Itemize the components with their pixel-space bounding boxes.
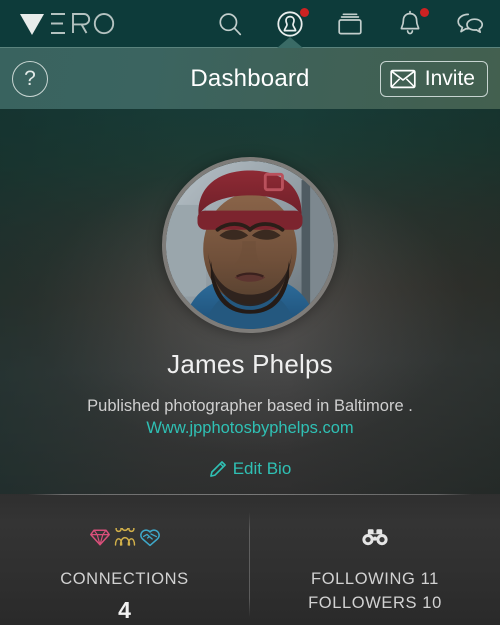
help-button[interactable]: ? (12, 60, 48, 97)
nav-item-collections[interactable] (320, 0, 380, 47)
help-icon: ? (24, 67, 36, 90)
avatar[interactable] (162, 157, 338, 333)
edit-bio-label: Edit Bio (232, 459, 292, 478)
nav-item-notifications[interactable] (380, 0, 440, 47)
vero-logo[interactable] (18, 9, 116, 39)
dashboard-subheader: ? Dashboard Invite (0, 47, 500, 109)
profile-url-link[interactable]: Www.jpphotosbyphelps.com (0, 419, 500, 438)
connection-type-icons (89, 526, 161, 548)
profile-hero-section: James Phelps Published photographer base… (0, 109, 500, 494)
pencil-icon (209, 461, 226, 477)
invite-label: Invite (424, 67, 475, 90)
binoculars-icon (362, 529, 388, 546)
collections-icon (338, 12, 362, 34)
notifications-badge (420, 8, 429, 17)
diamond-icon (89, 528, 110, 546)
vero-dashboard-screen: ? Dashboard Invite James Phelps Publishe… (0, 0, 500, 625)
following-count-label: FOLLOWING 11 (311, 570, 439, 588)
following-stat[interactable]: FOLLOWING 11 FOLLOWERS 10 (250, 494, 500, 625)
chat-bubbles-icon (457, 13, 484, 33)
connections-label: CONNECTIONS (60, 570, 189, 588)
stats-section: CONNECTIONS 4 FOLLOWING 11 FOLLOWERS 10 (0, 494, 500, 625)
profile-name: James Phelps (167, 349, 333, 379)
followers-count-label: FOLLOWERS 10 (308, 594, 442, 612)
nav-item-search[interactable] (200, 0, 260, 47)
nav-item-profile[interactable] (260, 0, 320, 48)
nav-item-messages[interactable] (440, 0, 500, 47)
avatar-photo (166, 161, 334, 329)
handshake-icon (139, 528, 160, 546)
top-navigation-bar (0, 0, 500, 48)
invite-button[interactable]: Invite (379, 60, 488, 97)
edit-bio-button[interactable]: Edit Bio (0, 459, 500, 479)
top-nav-icon-group (200, 0, 500, 48)
profile-notification-badge (300, 8, 309, 17)
connections-value: 4 (118, 597, 131, 623)
profile-bio: Published photographer based in Baltimor… (87, 397, 413, 415)
following-icon-group (360, 526, 390, 548)
search-icon (219, 12, 242, 35)
friends-icon (114, 527, 135, 546)
connections-stat[interactable]: CONNECTIONS 4 (0, 494, 249, 625)
envelope-icon (390, 69, 416, 88)
active-tab-indicator (277, 37, 303, 48)
